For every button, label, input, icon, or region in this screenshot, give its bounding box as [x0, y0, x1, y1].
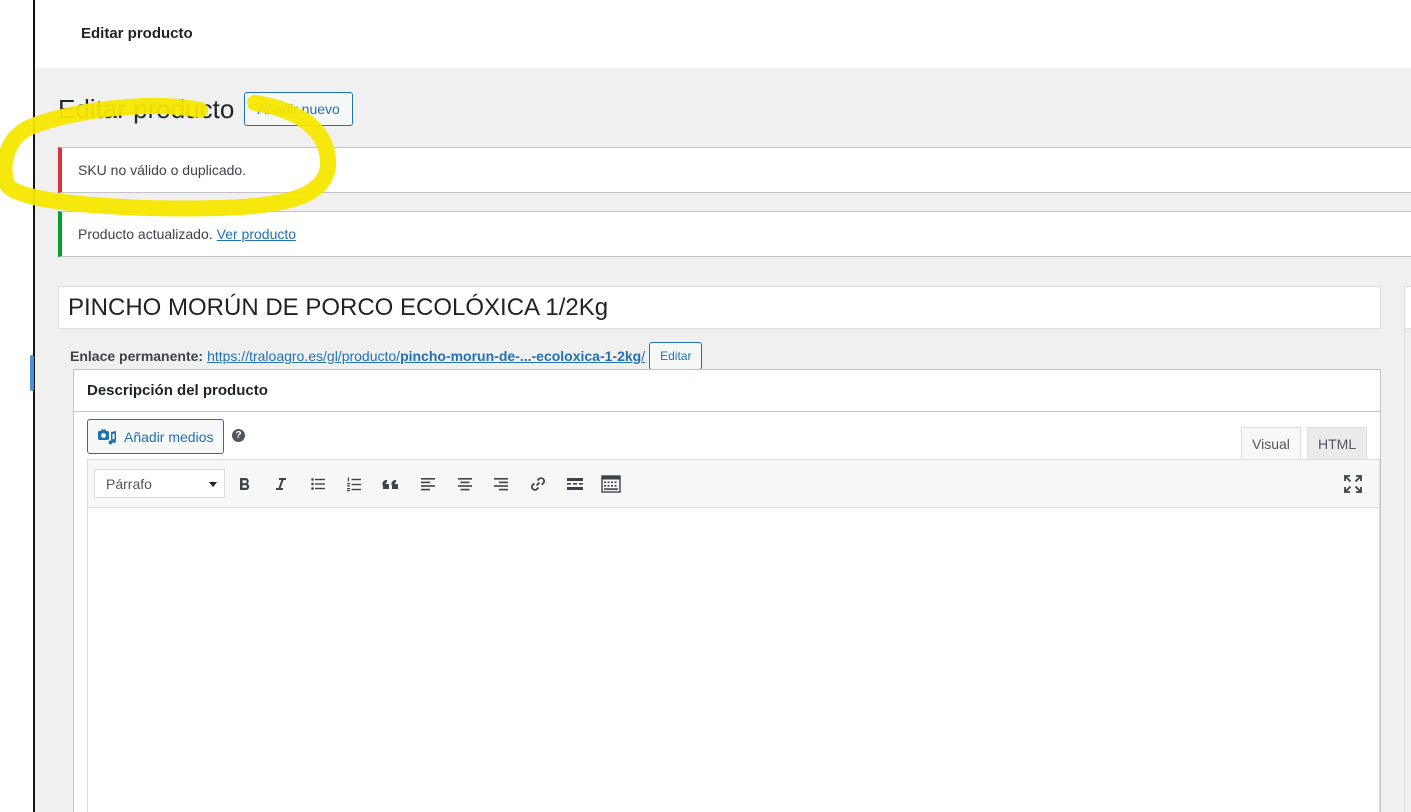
main-content: Editar producto Añadir nuevo SKU no váli… [35, 68, 1411, 812]
bold-icon[interactable] [233, 472, 257, 496]
italic-icon[interactable] [269, 472, 293, 496]
view-product-link[interactable]: Ver producto [217, 226, 296, 242]
sidebar-box-edge [1404, 286, 1411, 329]
insert-link-icon[interactable] [526, 472, 550, 496]
edit-permalink-button[interactable]: Editar [649, 342, 703, 370]
permalink-row: Enlace permanente: https://traloagro.es/… [70, 342, 703, 370]
format-select[interactable]: Párrafo [94, 469, 225, 498]
media-row: Añadir medios ? Visual HTML [74, 412, 1380, 459]
permalink-label: Enlace permanente: [70, 348, 204, 364]
toolbar-toggle-icon[interactable] [599, 472, 623, 496]
tab-visual[interactable]: Visual [1241, 427, 1301, 459]
editor-content-area[interactable] [88, 508, 1379, 812]
numbered-list-icon[interactable] [342, 472, 366, 496]
align-center-icon[interactable] [453, 472, 477, 496]
align-left-icon[interactable] [416, 472, 440, 496]
add-new-button[interactable]: Añadir nuevo [244, 92, 353, 126]
blockquote-icon[interactable] [379, 472, 403, 496]
add-media-button[interactable]: Añadir medios [87, 419, 224, 454]
topbar-title: Editar producto [81, 25, 193, 42]
product-title-input[interactable]: PINCHO MORÚN DE PORCO ECOLÓXICA 1/2Kg [58, 286, 1381, 329]
permalink-url[interactable]: https://traloagro.es/gl/producto/pincho-… [207, 348, 645, 364]
success-notice: Producto actualizado. Ver producto [58, 211, 1411, 257]
align-right-icon[interactable] [489, 472, 513, 496]
heading-row: Editar producto Añadir nuevo [58, 91, 353, 127]
sidebar-column-edge [1404, 329, 1405, 812]
admin-topbar: Editar producto [35, 0, 1411, 68]
permalink-slug: pincho-morun-de-...-ecoloxica-1-2kg [400, 348, 642, 364]
editor: Párrafo [87, 459, 1380, 812]
page-title: Editar producto [58, 93, 235, 124]
chevron-down-icon [209, 482, 217, 487]
product-description-box: Descripción del producto Añadir medios ?… [73, 369, 1381, 812]
help-icon[interactable]: ? [232, 429, 245, 442]
description-box-title: Descripción del producto [74, 370, 1380, 412]
permalink-url-base: https://traloagro.es/gl/producto/ [207, 348, 401, 364]
success-notice-text: Producto actualizado. [78, 226, 213, 242]
error-notice-text: SKU no válido o duplicado. [78, 162, 247, 178]
media-icon [98, 429, 116, 444]
tab-html[interactable]: HTML [1307, 427, 1368, 459]
add-media-label: Añadir medios [124, 428, 214, 445]
permalink-url-suffix: / [641, 348, 646, 364]
fullscreen-icon[interactable] [1341, 472, 1365, 496]
read-more-icon[interactable] [563, 472, 587, 496]
left-edge-mark [30, 355, 34, 391]
format-select-value: Párrafo [106, 475, 152, 492]
error-notice: SKU no válido o duplicado. [58, 147, 1411, 193]
editor-toolbar: Párrafo [88, 460, 1379, 508]
bulleted-list-icon[interactable] [306, 472, 330, 496]
